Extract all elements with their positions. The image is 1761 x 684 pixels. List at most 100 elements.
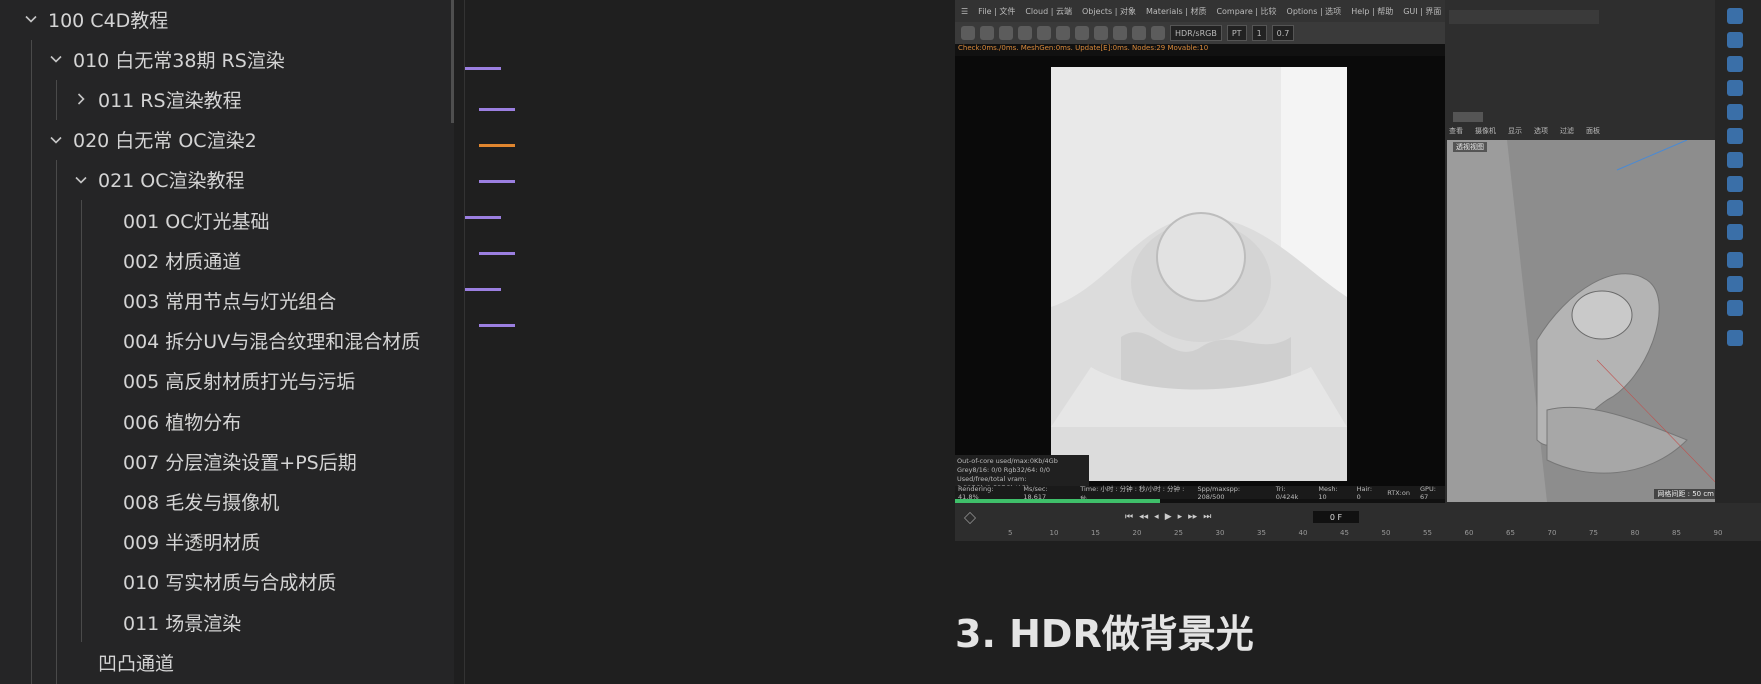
c4d-menu-item: GUI | 界面: [1403, 6, 1442, 16]
minimap-line: [479, 324, 515, 327]
tree-item[interactable]: 011 场景渲染: [0, 603, 454, 641]
render-stat: RTX:on: [1387, 488, 1410, 497]
tree-item-label: 010 写实材质与合成材质: [123, 572, 337, 595]
timeline-tick: 10: [1049, 529, 1059, 537]
chevron-right-icon[interactable]: [74, 92, 88, 106]
lock-icon: [1056, 26, 1070, 40]
c4d-menu-item: File | 文件: [978, 6, 1016, 16]
chevron-down-icon[interactable]: [74, 173, 88, 187]
tree-item[interactable]: 010 白无常38期 RS渲染: [0, 40, 454, 78]
minimap-line: [479, 144, 515, 147]
timeline-tick: 5: [1008, 529, 1013, 537]
tool-icon: [1727, 80, 1743, 96]
tree-item-label: 002 材质通道: [123, 250, 242, 273]
tree-item[interactable]: 凹凸通道: [0, 643, 454, 681]
tree-item[interactable]: 006 植物分布: [0, 402, 454, 440]
timeline-tick: 65: [1506, 529, 1515, 537]
viewport-menu-item: 选项: [1534, 127, 1548, 135]
gear-icon: [1037, 26, 1051, 40]
tool-icon: [1727, 252, 1743, 268]
tree-item[interactable]: 021 OC渲染教程: [0, 161, 454, 199]
info-line: Grey8/16: 0/0 Rgb32/64: 0/0: [957, 466, 1051, 474]
minimap-line: [465, 288, 501, 291]
tool-icon: [1727, 330, 1743, 346]
tree-item-label: 100 C4D教程: [48, 9, 169, 32]
mode-select: PT: [1226, 25, 1247, 41]
tree-item-label: 001 OC灯光基础: [123, 210, 270, 233]
tree-item[interactable]: 011 RS渲染教程: [0, 80, 454, 118]
tool-icon: [1727, 176, 1743, 192]
timeline-tick: 55: [1423, 529, 1432, 537]
settings-icon: [961, 26, 975, 40]
info-line: Out-of-core used/max:0Kb/4Gb: [957, 457, 1058, 465]
viewport-label: 透视视图: [1453, 142, 1487, 152]
render-illustration: [1051, 67, 1347, 481]
timeline-tick: 20: [1132, 529, 1142, 537]
tree-item[interactable]: 007 分层渲染设置+PS后期: [0, 442, 454, 480]
tool-icon: [1727, 32, 1743, 48]
viewport: 透视视图 网格间距 : 50 cm: [1447, 140, 1723, 502]
next-frame-icon: ▸: [1177, 512, 1183, 522]
chevron-down-icon[interactable]: [24, 12, 38, 26]
tree-item[interactable]: 003 常用节点与灯光组合: [0, 281, 454, 319]
tree-item[interactable]: 100 C4D教程: [0, 0, 454, 38]
save-icon: [1151, 26, 1165, 40]
timeline-tick: 35: [1257, 529, 1266, 537]
tree-item[interactable]: 004 拆分UV与混合纹理和混合材质: [0, 322, 454, 360]
c4d-menu-item: Materials | 材质: [1146, 6, 1207, 16]
render-region-icon: [1018, 26, 1032, 40]
tree-item[interactable]: 001 OC灯光基础: [0, 201, 454, 239]
timeline-tick: 40: [1298, 529, 1308, 537]
prev-key-icon: ◂◂: [1139, 512, 1149, 522]
tool-icon: [1727, 276, 1743, 292]
tree-item[interactable]: 009 半透明材质: [0, 523, 454, 561]
tree-item[interactable]: 020 白无常 OC渲染2: [0, 121, 454, 159]
tree-item[interactable]: 010 写实材质与合成材质: [0, 563, 454, 601]
tool-icon: [1727, 152, 1743, 168]
render-view: [955, 56, 1445, 486]
tool-icon: [1727, 56, 1743, 72]
refresh-icon: [980, 26, 994, 40]
tree-scrollbar[interactable]: [451, 0, 454, 123]
tool-icon: [1727, 8, 1743, 24]
tree-item-label: 021 OC渲染教程: [98, 170, 245, 193]
timeline-tick: 75: [1589, 529, 1598, 537]
chevron-down-icon[interactable]: [49, 133, 63, 147]
minimap-line: [465, 216, 501, 219]
frame-field: 0 F: [1313, 511, 1359, 523]
timeline-tick: 85: [1672, 529, 1681, 537]
add-icon: [1094, 26, 1108, 40]
tree-item[interactable]: 008 毛发与摄像机: [0, 482, 454, 520]
timeline-tick: 30: [1215, 529, 1225, 537]
tree-item[interactable]: 005 高反射材质打光与污垢: [0, 362, 454, 400]
grid-scale-label: 网格间距 : 50 cm: [1654, 489, 1717, 499]
tree-item-label: 凹凸通道: [98, 652, 175, 675]
next-key-icon: ▸▸: [1188, 512, 1198, 522]
tree-item[interactable]: 002 材质通道: [0, 241, 454, 279]
indent-guide: [56, 160, 57, 684]
c4d-tool-sidebar: [1715, 0, 1761, 503]
tool-icon: [1727, 128, 1743, 144]
tool-icon: [1727, 104, 1743, 120]
go-to-start-icon: ⏮: [1125, 512, 1134, 522]
tree-item-label: 007 分层渲染设置+PS后期: [123, 451, 357, 474]
minimap-line: [479, 180, 515, 183]
tool-icon: [1727, 300, 1743, 316]
material-toolbar: [1449, 10, 1599, 24]
viewport-menu: 查看 摄像机 显示 选项 过滤 面板: [1449, 126, 1600, 138]
viewport-menu-item: 面板: [1586, 127, 1600, 135]
viewport-menu-item: 摄像机: [1475, 127, 1496, 135]
c4d-menubar: ☰ File | 文件 Cloud | 云端 Objects | 对象 Mate…: [955, 0, 1445, 22]
chevron-down-icon[interactable]: [49, 52, 63, 66]
timeline-tick: 15: [1091, 529, 1100, 537]
timeline-tick: 90: [1713, 529, 1723, 537]
field-b: 0.7: [1271, 25, 1295, 41]
prev-frame-icon: ◂: [1154, 512, 1159, 522]
minimap[interactable]: [465, 0, 530, 684]
pause-icon: [999, 26, 1013, 40]
layout-icons: [1453, 112, 1483, 122]
tool-icon: [1727, 224, 1743, 240]
playback-controls: ⏮ ◂◂ ◂ ▶ ▸ ▸▸ ⏭: [1125, 511, 1305, 523]
hdr-select: HDR/sRGB: [1170, 25, 1222, 41]
c4d-menu-item: Objects | 对象: [1081, 6, 1136, 16]
